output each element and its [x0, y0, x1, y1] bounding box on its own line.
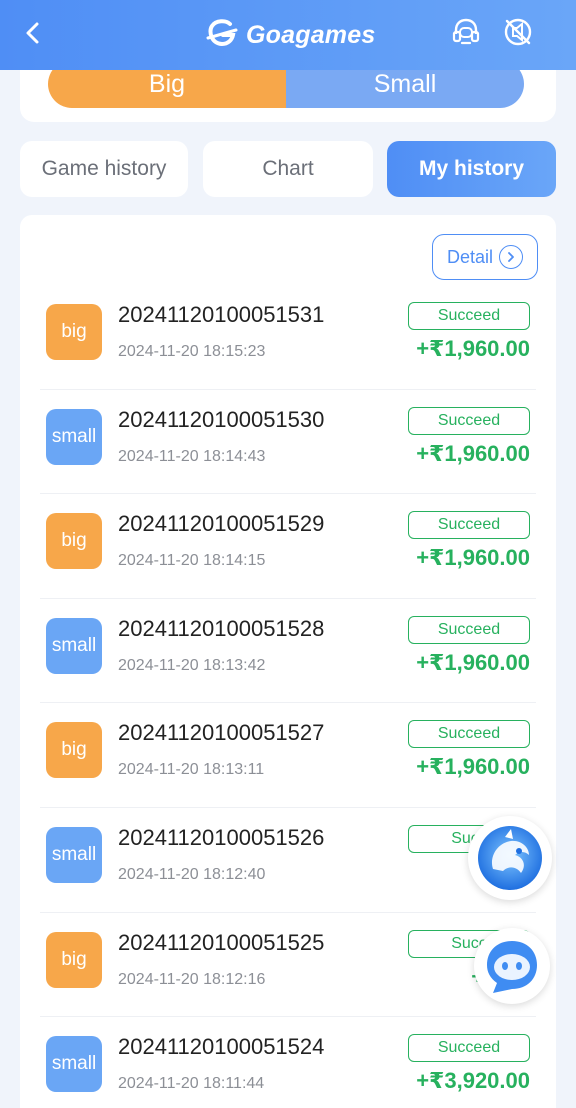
history-row[interactable]: small 20241120100051530 2024-11-20 18:14:4…: [20, 390, 556, 495]
detail-button-label: Detail: [446, 246, 494, 267]
history-row[interactable]: small 20241120100051524 2024-11-20 18:11:4…: [20, 1017, 556, 1108]
bet-time: 2024-11-20 18:14:43: [118, 447, 266, 465]
chat-assistant-icon[interactable]: [474, 928, 550, 1004]
dragon-mascot-icon[interactable]: [468, 816, 552, 900]
win-amount: +₹1,960.00: [416, 336, 530, 361]
win-amount: +₹1,960.00: [416, 754, 530, 780]
bet-type-badge: small: [46, 1036, 102, 1093]
bet-time: 2024-11-20 18:14:15: [118, 552, 266, 570]
history-row[interactable]: big 20241120100051529 2024-11-20 18:14:15 S…: [20, 494, 556, 599]
issue-number: 20241120100051530: [118, 406, 325, 432]
history-row[interactable]: small 20241120100051528 2024-11-20 18:13:4…: [20, 599, 556, 704]
tab-chart[interactable]: Chart: [203, 141, 373, 197]
status-badge: Succeed: [408, 615, 530, 644]
back-arrow-icon[interactable]: [18, 18, 48, 48]
detail-button[interactable]: Detail: [432, 234, 538, 280]
chevron-right-icon: [499, 245, 524, 269]
history-tabs: Game history Chart My history: [20, 141, 556, 197]
bet-type-badge: big: [46, 931, 102, 988]
sound-off-icon[interactable]: [500, 14, 536, 50]
bet-time: 2024-11-20 18:13:11: [118, 761, 265, 779]
issue-number: 20241120100051529: [118, 511, 325, 537]
bet-type-badge: small: [46, 826, 102, 883]
app-header: Goagames: [0, 0, 576, 70]
history-row[interactable]: big 20241120100051527 2024-11-20 18:13:11 S…: [20, 703, 556, 808]
bet-type-badge: big: [46, 722, 102, 779]
customer-support-icon[interactable]: [448, 14, 484, 50]
bet-type-badge: big: [46, 513, 102, 570]
bet-type-badge: small: [46, 617, 102, 674]
bet-time: 2024-11-20 18:13:42: [118, 656, 266, 674]
issue-number: 20241120100051525: [118, 929, 325, 955]
status-badge: Succeed: [408, 406, 530, 435]
issue-number: 20241120100051527: [118, 720, 325, 746]
history-rows: big 20241120100051531 2024-11-20 18:15:23 S…: [20, 285, 556, 1108]
status-badge: Succeed: [408, 302, 530, 330]
bet-type-badge: small: [46, 408, 102, 465]
status-badge: Succeed: [408, 1034, 530, 1063]
issue-number: 20241120100051528: [118, 615, 325, 641]
issue-number: 20241120100051531: [118, 302, 325, 327]
bet-time: 2024-11-20 18:12:16: [118, 970, 266, 988]
win-amount: +₹1,960.00: [416, 649, 530, 675]
tab-game-history[interactable]: Game history: [20, 141, 188, 197]
issue-number: 20241120100051526: [118, 824, 325, 850]
status-badge: Succeed: [408, 720, 530, 749]
issue-number: 20241120100051524: [118, 1034, 325, 1060]
status-badge: Succeed: [408, 511, 530, 540]
win-amount: +₹3,920.00: [416, 1068, 530, 1094]
app-logo: Goagames: [206, 18, 375, 52]
tab-my-history[interactable]: My history: [387, 141, 556, 197]
bet-type-badge: big: [46, 304, 102, 360]
bet-time: 2024-11-20 18:12:40: [118, 865, 266, 883]
logo-g-icon: [206, 18, 240, 53]
history-row[interactable]: big 20241120100051531 2024-11-20 18:15:23 S…: [20, 285, 556, 390]
win-amount: +₹1,960.00: [416, 440, 530, 466]
win-amount: +₹1,960.00: [416, 545, 530, 571]
bet-time: 2024-11-20 18:11:44: [118, 1075, 265, 1093]
bet-time: 2024-11-20 18:15:23: [118, 343, 266, 360]
logo-text: Goagames: [246, 20, 376, 49]
